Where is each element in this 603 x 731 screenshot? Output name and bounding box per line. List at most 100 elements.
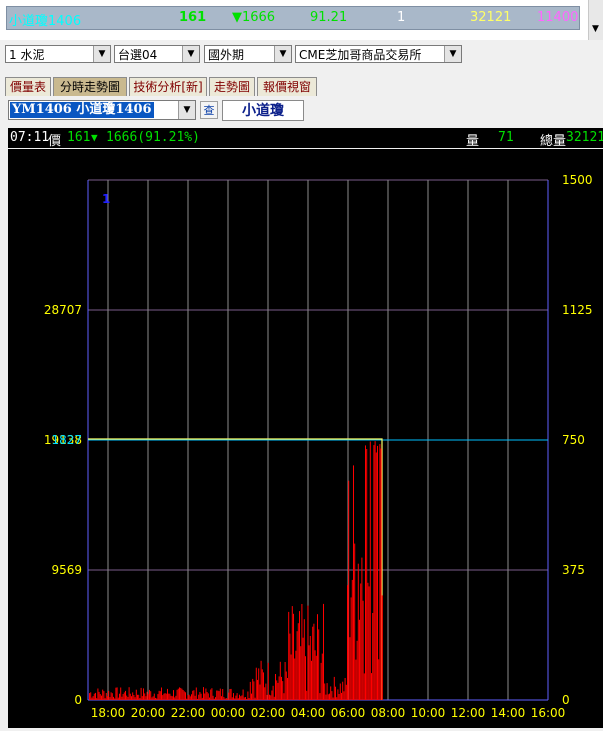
exchange-select-value: CME芝加哥商品交易所 (299, 48, 422, 62)
info-bar: 07:11 價 161 ▼ 1666(91.21%) 量 71 總量 32121 (8, 128, 603, 149)
volume-bar (203, 687, 204, 700)
volume-bar (266, 694, 268, 700)
volume-bar (305, 656, 306, 700)
volume-bar (206, 692, 208, 700)
stock-select[interactable]: 台選04 ▼ (114, 45, 200, 63)
intraday-chart[interactable]: 28707 19138 9569 0 1827 1500 1125 750 375 0 18:00 2… (8, 149, 603, 728)
volume-bar (115, 687, 117, 700)
volume-bar (257, 679, 258, 700)
volume-bar (110, 692, 112, 700)
x-axis-tick-label: 12:00 (451, 706, 486, 720)
volume-bar (343, 691, 345, 700)
volume-bar (165, 693, 167, 700)
market-select[interactable]: 國外期 ▼ (204, 45, 292, 63)
volume-bar (102, 689, 104, 700)
volume-bar (119, 693, 120, 700)
tab-intraday-chart[interactable]: 分時走勢圖 (53, 77, 127, 96)
tab-technical-analysis[interactable]: 技術分析[新] (129, 77, 207, 96)
symbol-combo[interactable]: YM1406 小道瓊1406 ▼ (8, 100, 196, 120)
volume-bar (228, 692, 230, 700)
volume-bar (279, 661, 281, 700)
volume-bar (359, 619, 360, 700)
info-price-label: 價 (48, 134, 62, 149)
scroll-down-icon[interactable]: ▼ (592, 24, 599, 34)
volume-bar (162, 695, 164, 700)
volume-bar (213, 698, 215, 700)
info-price: 161 (67, 130, 91, 145)
volume-bar (319, 693, 321, 700)
volume-bar (320, 662, 322, 700)
volume-bar (93, 693, 95, 700)
volume-bar (209, 697, 210, 700)
chevron-down-icon[interactable]: ▼ (444, 46, 461, 62)
volume-bar (313, 623, 315, 700)
tab-trend-chart[interactable]: 走勢圖 (209, 77, 255, 96)
volume-bar (281, 676, 282, 700)
volume-bar (144, 693, 146, 700)
volume-bar (336, 697, 338, 700)
volume-bar (224, 698, 226, 700)
volume-bar (120, 687, 122, 700)
volume-bar (147, 694, 149, 700)
quote-row[interactable]: 小道瓊1406 161 ▼1666 91.21 1 32121 11400 (6, 6, 580, 30)
volume-bar (89, 693, 90, 700)
volume-bar (173, 690, 174, 700)
volume-bar (194, 695, 196, 700)
series-marker-label: 1 (102, 192, 110, 206)
volume-bar (299, 611, 300, 700)
right-axis-tick-label: 0 (562, 693, 570, 707)
chevron-down-icon[interactable]: ▼ (182, 46, 199, 62)
volume-bar (125, 690, 126, 700)
volume-bar (91, 697, 93, 700)
chevron-down-icon[interactable]: ▼ (274, 46, 291, 62)
volume-bar (329, 693, 330, 700)
category-select[interactable]: 1 水泥 ▼ (5, 45, 111, 63)
volume-bar (126, 695, 128, 700)
down-arrow-icon: ▼ (91, 131, 98, 144)
tab-quote-window[interactable]: 報價視窗 (257, 77, 317, 96)
volume-bar (145, 696, 147, 700)
volume-bar (133, 695, 135, 700)
volume-bar (349, 637, 351, 700)
chevron-down-icon[interactable]: ▼ (178, 101, 195, 119)
volume-bar (251, 693, 252, 700)
volume-bar (188, 694, 190, 700)
chevron-down-icon[interactable]: ▼ (93, 46, 110, 62)
query-button[interactable]: 查 (200, 101, 218, 119)
volume-bar (215, 697, 216, 700)
tab-price-volume[interactable]: 價量表 (5, 77, 51, 96)
volume-bar (350, 597, 352, 700)
volume-bar (365, 445, 366, 700)
volume-bar (158, 690, 160, 700)
volume-bar (339, 683, 341, 700)
volume-bar (253, 681, 255, 700)
quote-vol: 1 (397, 10, 406, 25)
volume-bar (239, 694, 240, 700)
volume-bar (374, 441, 376, 700)
volume-bar (201, 697, 203, 700)
volume-bar (193, 690, 195, 700)
volume-bar (137, 694, 138, 700)
volume-bar (216, 690, 218, 700)
volume-bar (354, 543, 356, 700)
volume-bar (187, 695, 189, 700)
volume-bar (179, 687, 180, 700)
quote-last: 11400 (537, 10, 579, 25)
x-axis-tick-label: 18:00 (91, 706, 126, 720)
volume-bar (127, 697, 129, 700)
chart-svg[interactable]: 287071913895690182715001125750375018:00 2… (8, 149, 603, 728)
exchange-select[interactable]: CME芝加哥商品交易所 ▼ (295, 45, 462, 63)
quote-change: ▼1666 (232, 10, 276, 25)
volume-bar (285, 671, 287, 700)
volume-bar (175, 695, 177, 700)
quote-scrollbar[interactable]: ▼ (588, 0, 603, 40)
volume-bar (138, 694, 140, 700)
volume-bar (107, 696, 108, 700)
volume-bar (151, 697, 153, 700)
volume-bar (236, 693, 238, 700)
volume-bar (132, 692, 134, 700)
volume-bar (372, 613, 374, 700)
volume-bar (139, 698, 141, 700)
volume-bar (161, 687, 162, 700)
volume-bar (356, 640, 358, 700)
